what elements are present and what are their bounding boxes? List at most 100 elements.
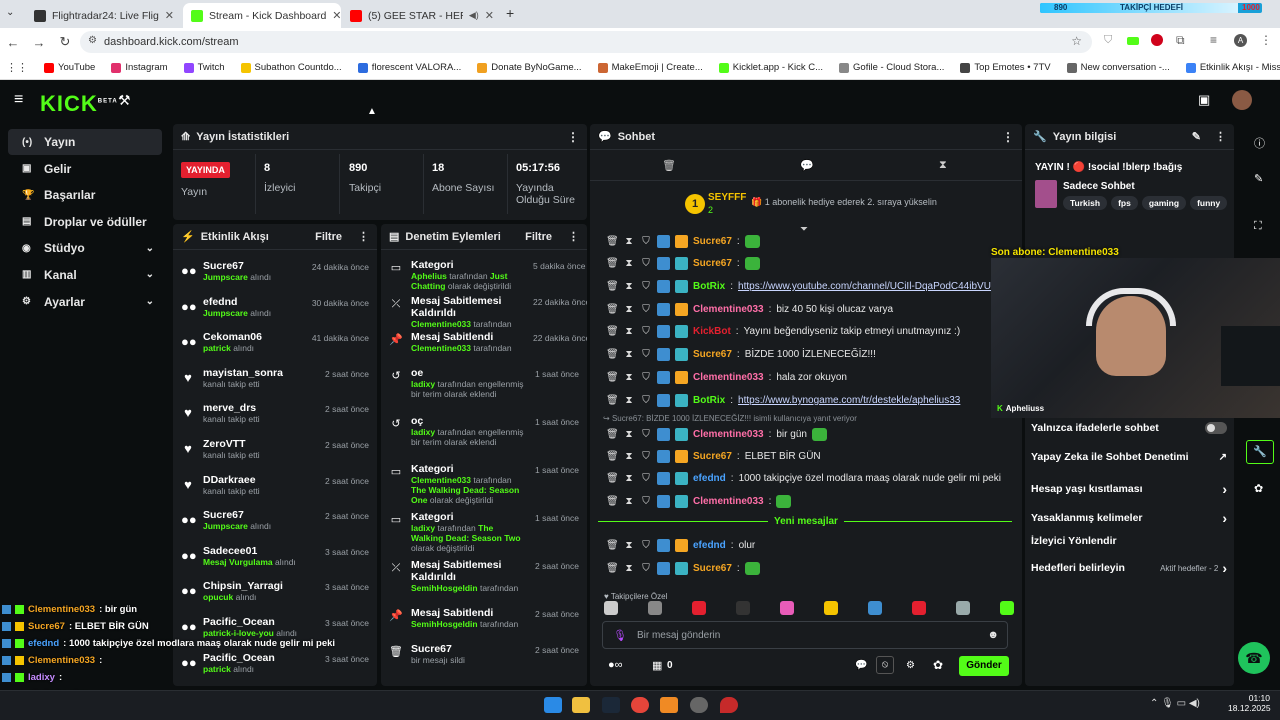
timeout-icon[interactable]: ⧗ (623, 395, 635, 407)
hamburger-menu-icon[interactable]: ≡ (14, 91, 23, 109)
chat-username[interactable]: KickBot (693, 326, 731, 337)
ban-icon[interactable]: ⛉ (640, 258, 652, 270)
bookmark-item[interactable]: Etkinlik Akışı - Miss... (1178, 62, 1280, 73)
timeout-icon[interactable]: ⧗ (623, 451, 635, 463)
chevron-right-icon[interactable]: › (1222, 560, 1227, 576)
chat-option[interactable]: Hesap yaşı kısıtlaması › (1031, 481, 1227, 497)
activity-user[interactable]: Chipsin_Yarragi (203, 580, 317, 592)
forward-icon[interactable]: → (26, 35, 52, 50)
ban-icon[interactable]: ⛉ (640, 540, 652, 552)
mic-icon[interactable]: 🎙 (613, 629, 627, 642)
ban-icon[interactable]: ⛉ (640, 429, 652, 441)
delete-icon[interactable]: 🗑 (606, 326, 619, 338)
chat-username[interactable]: Sucre67 (693, 349, 732, 360)
sidebar-item[interactable]: ▥ Kanal ⌄ (8, 262, 162, 288)
activity-user[interactable]: merve_drs (203, 402, 317, 414)
emote-icon[interactable] (868, 601, 882, 615)
bookmark-item[interactable]: Twitch (176, 62, 233, 73)
delete-icon[interactable]: 🗑 (606, 540, 619, 552)
emote-icon[interactable] (692, 601, 706, 615)
ban-icon[interactable]: ⛉ (640, 473, 652, 485)
timeout-icon[interactable]: ⧗ (623, 281, 635, 293)
chat-message[interactable]: 🗑 ⧗ ⛉ Sucre67: (606, 257, 760, 270)
community-icon[interactable]: ✿ (1254, 482, 1263, 495)
edit-icon[interactable]: ✎ (1192, 130, 1201, 143)
bookmark-item[interactable]: YouTube (36, 62, 103, 73)
ban-icon[interactable]: ⛉ (640, 236, 652, 248)
timeout-icon[interactable]: ⧗ (623, 236, 635, 248)
activity-user[interactable]: Sucre67 (203, 260, 304, 272)
chat-message[interactable]: 🗑 ⧗ ⛉ Sucre67: BİZDE 1000 İZLENECEĞİZ!!! (606, 348, 876, 361)
info-icon[interactable]: ⓘ (1254, 135, 1265, 151)
chat-message[interactable]: 🗑 ⧗ ⛉ Clementine033: hala zor okuyon (606, 371, 847, 384)
delete-icon[interactable]: 🗑 (606, 429, 619, 441)
chat-message[interactable]: 🗑 ⧗ ⛉ KickBot: Yayını beğendiyseniz takip et… (606, 325, 960, 338)
kick-logo[interactable]: KICKBETA (40, 91, 118, 117)
ban-icon[interactable]: ⛉ (640, 304, 652, 316)
sidebar-item[interactable]: ◉ Stüdyo ⌄ (8, 235, 162, 261)
timeout-icon[interactable]: ⧗ (623, 349, 635, 361)
emote-icon[interactable] (1000, 601, 1014, 615)
ban-icon[interactable]: ⛉ (640, 496, 652, 508)
delete-icon[interactable]: 🗑 (606, 236, 619, 248)
chevron-down-icon[interactable]: ⌄ (146, 243, 154, 254)
chat-bubble-icon[interactable]: 💬 (855, 660, 867, 671)
chat-message[interactable]: 🗑 ⧗ ⛉ Sucre67: (606, 562, 760, 575)
app-icon[interactable] (660, 697, 678, 713)
chat-username[interactable]: BotRix (693, 281, 725, 292)
timeout-icon[interactable]: ⧗ (623, 258, 635, 270)
delete-icon[interactable]: 🗑 (606, 496, 619, 508)
chevron-right-icon[interactable]: › (1222, 481, 1227, 497)
ban-icon[interactable]: ⛉ (640, 349, 652, 361)
more-icon[interactable]: ⋮ (567, 130, 579, 144)
emoji-icon[interactable]: ☻ (987, 629, 999, 641)
steam-icon[interactable] (602, 697, 620, 713)
delete-icon[interactable]: 🗑 (606, 451, 619, 463)
studio-icon[interactable]: ▣ (1198, 92, 1210, 108)
chat-username[interactable]: Sucre67 (693, 451, 732, 462)
bookmark-item[interactable]: florescent VALORA... (350, 62, 470, 73)
bookmark-item[interactable]: Gofile - Cloud Stora... (831, 62, 952, 73)
reload-icon[interactable]: ↻ (52, 34, 78, 50)
pencil-icon[interactable]: ✎ (1254, 172, 1263, 185)
ban-icon[interactable]: ⛉ (640, 451, 652, 463)
chat-username[interactable]: Clementine033 (693, 304, 764, 315)
obs-icon[interactable] (690, 697, 708, 713)
chat-username[interactable]: Sucre67 (693, 258, 732, 269)
timeout-icon[interactable]: ⧗ (623, 563, 635, 575)
activity-user[interactable]: mayistan_sonra (203, 367, 317, 379)
mod-wrench-icon[interactable]: 🔧 (1246, 440, 1274, 464)
extension-record-icon[interactable] (1151, 34, 1163, 46)
bookmark-item[interactable]: Top Emotes • 7TV (952, 62, 1058, 73)
timeout-icon[interactable]: ⧗ (623, 496, 635, 508)
emote-icon[interactable] (956, 601, 970, 615)
media-controls-icon[interactable]: ≡ (1210, 33, 1217, 47)
close-icon[interactable]: ✕ (165, 9, 174, 22)
more-icon[interactable]: ⋮ (358, 230, 369, 243)
delete-icon[interactable]: 🗑 (606, 372, 619, 384)
sidebar-item[interactable]: ⚙ Ayarlar ⌄ (8, 289, 162, 315)
audio-icon[interactable]: ◀) (469, 10, 479, 21)
help-chat-icon[interactable]: ☎ (1238, 642, 1270, 674)
chat-message[interactable]: 🗑 ⧗ ⛉ BotRix: https://www.bynogame.com/tr/de… (606, 394, 960, 407)
ban-icon[interactable]: ⛉ (640, 563, 652, 575)
chat-username[interactable]: Clementine033 (693, 372, 764, 383)
trash-icon[interactable]: 🗑 (662, 159, 676, 172)
toggle-switch[interactable] (1205, 422, 1227, 434)
more-icon[interactable]: ⋮ (568, 230, 579, 243)
bookmark-item[interactable]: Subathon Countdo... (233, 62, 350, 73)
apps-icon[interactable]: ⋮⋮ (6, 61, 28, 74)
chat-option[interactable]: Yalnızca ifadelerle sohbet (1031, 422, 1227, 434)
emote-icon[interactable] (912, 601, 926, 615)
activity-user[interactable]: Pacific_Ocean (203, 652, 317, 664)
camera-icon[interactable]: ⛶ (1254, 220, 1262, 233)
tag-chip[interactable]: funny (1190, 196, 1228, 210)
chat-message[interactable]: 🗑 ⧗ ⛉ efednd:1000 takipçiye özel modlara ma… (606, 472, 1001, 485)
activity-user[interactable]: Cekoman06 (203, 331, 304, 343)
ban-icon[interactable]: ⛉ (640, 281, 652, 293)
chevron-right-icon[interactable]: › (1222, 510, 1227, 526)
chevron-down-icon[interactable]: ⌄ (146, 296, 154, 307)
timeout-icon[interactable]: ⧗ (623, 372, 635, 384)
windows-start-icon[interactable] (544, 697, 562, 713)
shield-icon[interactable]: ⛉ (1104, 34, 1112, 47)
